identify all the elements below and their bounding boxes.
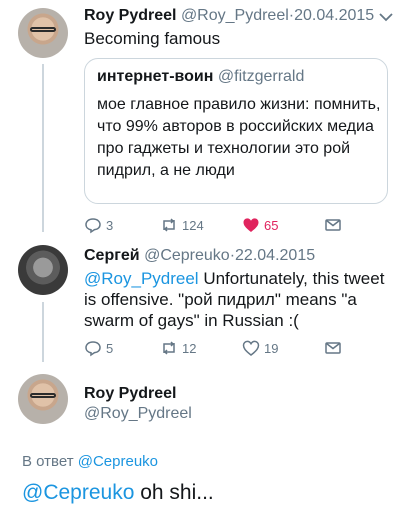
author-name[interactable]: Roy Pydreel (84, 7, 176, 24)
quoted-tweet-text: мое главное правило жизни: помнить, что … (97, 96, 381, 179)
tweet-header: Сергей @Cepreuko·22.04.2015 (84, 247, 315, 265)
author-handle[interactable]: @Roy_Pydreel (84, 405, 192, 423)
tweet-text: Becoming famous (84, 29, 221, 48)
tweet-actions: 3 124 65 (84, 216, 364, 236)
reply-count: 5 (106, 340, 114, 356)
reply-button[interactable]: 3 (84, 216, 113, 234)
envelope-icon (325, 219, 341, 231)
thread-line (42, 302, 44, 362)
quoted-author-name: интернет-воин (97, 68, 214, 85)
thread-line (42, 64, 44, 232)
heart-icon (242, 340, 260, 356)
tweet-body: oh shi... (134, 481, 214, 504)
reply-prefix: В ответ (22, 453, 78, 470)
author-handle[interactable]: @Roy_Pydreel (181, 7, 289, 24)
reply-button[interactable]: 5 (84, 339, 113, 357)
avatar[interactable] (18, 374, 68, 424)
tweet-actions: 5 12 19 (84, 339, 364, 359)
tweet-date[interactable]: 20.04.2015 (294, 7, 374, 24)
reply-count: 3 (106, 217, 114, 233)
mention-link[interactable]: @Cepreuko (22, 481, 134, 504)
like-button[interactable]: 65 (242, 216, 278, 234)
avatar-glasses (30, 393, 56, 398)
author-name[interactable]: Roy Pydreel (84, 385, 176, 403)
avatar[interactable] (18, 245, 68, 295)
reply-icon (85, 218, 101, 234)
retweet-count: 12 (182, 340, 197, 356)
retweet-icon (163, 341, 175, 355)
chevron-down-icon[interactable] (379, 12, 393, 22)
retweet-icon (163, 218, 175, 232)
avatar[interactable] (18, 8, 68, 58)
heart-filled-icon (243, 218, 259, 232)
author-handle[interactable]: @Cepreuko (144, 247, 230, 264)
direct-message-button[interactable] (324, 339, 346, 357)
quoted-tweet-header: интернет-воин @fitzgerrald (97, 68, 304, 86)
reply-icon (85, 341, 101, 357)
quoted-author-handle: @fitzgerrald (217, 68, 305, 85)
tweet-text: @Cepreuko oh shi... (22, 481, 214, 505)
author-name[interactable]: Сергей (84, 247, 140, 264)
quoted-tweet[interactable]: интернет-воин @fitzgerrald мое главное п… (84, 58, 388, 204)
tweet-text: @Roy_Pydreel Unfortunately, this tweet i… (84, 268, 394, 331)
like-button[interactable]: 19 (242, 339, 278, 357)
retweet-count: 124 (182, 217, 204, 233)
direct-message-button[interactable] (324, 216, 346, 234)
like-count: 65 (264, 217, 279, 233)
mention-link[interactable]: @Roy_Pydreel (84, 269, 199, 288)
retweet-button[interactable]: 12 (160, 339, 196, 357)
tweet-date[interactable]: 22.04.2015 (235, 247, 315, 264)
reply-context: В ответ @Cepreuko (22, 453, 158, 470)
tweet-header: Roy Pydreel @Roy_Pydreel·20.04.2015 (84, 7, 374, 25)
reply-to-link[interactable]: @Cepreuko (78, 453, 158, 470)
envelope-icon (325, 342, 341, 354)
like-count: 19 (264, 340, 279, 356)
avatar-glasses (30, 27, 56, 32)
retweet-button[interactable]: 124 (160, 216, 204, 234)
